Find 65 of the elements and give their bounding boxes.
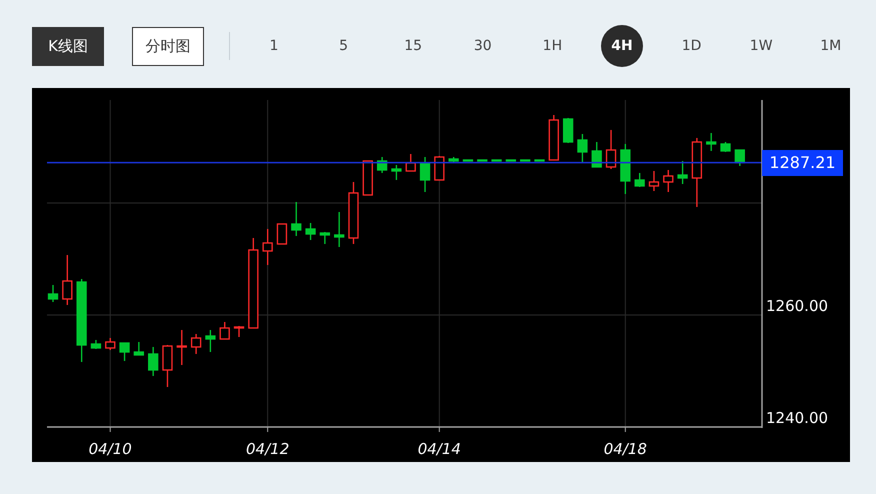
interval-button[interactable]: 5 [322, 25, 365, 67]
candlestick [706, 132, 716, 151]
candlestick [134, 342, 144, 356]
interval-button[interactable]: 1H [531, 25, 574, 67]
candlestick [276, 223, 288, 245]
candlestick [105, 338, 116, 350]
candlestick [420, 157, 430, 192]
chart-type-tab[interactable]: 分时图 [132, 26, 204, 66]
candlestick [506, 159, 516, 162]
candlestick [434, 156, 444, 181]
candlestick [320, 232, 330, 244]
candlestick [348, 182, 359, 244]
candlestick [362, 160, 373, 196]
interval-button[interactable]: 1M [810, 25, 852, 67]
chart-type-tab[interactable]: K线图 [32, 26, 104, 66]
candlestick [548, 115, 559, 161]
candlestick [119, 342, 130, 361]
interval-button[interactable]: 1W [740, 25, 782, 67]
candlestick [234, 326, 244, 337]
candlestick [448, 157, 459, 162]
current-price-tag: 1287.21 [762, 150, 843, 176]
candlestick [692, 138, 702, 207]
candlestick [205, 330, 216, 352]
candlestick [291, 202, 302, 236]
interval-button[interactable]: 1D [670, 25, 713, 67]
candlestick [577, 134, 588, 162]
candlestick [305, 222, 316, 240]
interval-button[interactable]: 30 [462, 25, 504, 67]
interval-button[interactable]: 1 [253, 25, 295, 67]
candlestick [162, 345, 173, 388]
candlestick [220, 322, 230, 340]
candlestick [406, 154, 416, 172]
candlestick [176, 330, 187, 365]
candlestick [334, 212, 344, 247]
candlestick [720, 142, 731, 152]
interval-button[interactable]: 4H [600, 25, 643, 67]
candlestick [620, 144, 630, 194]
candlestick [534, 159, 545, 162]
y-axis-label: 1240.00 [766, 409, 828, 427]
candlestick [677, 160, 688, 184]
x-axis-label: 04/18 [604, 440, 647, 458]
x-axis-label: 04/12 [246, 440, 290, 458]
x-axis-label: 04/14 [418, 440, 461, 458]
candlestick [634, 172, 645, 187]
candlestick [562, 118, 574, 143]
candlestick [391, 164, 402, 180]
candlestick [90, 340, 102, 349]
interval-button[interactable]: 15 [392, 25, 434, 67]
candlestick [734, 149, 745, 166]
y-axis-label: 1260.00 [766, 297, 828, 315]
candlestick [648, 171, 660, 191]
candlestick [190, 334, 202, 354]
candlestick [62, 255, 72, 305]
candlestick [491, 159, 502, 162]
candlestick [663, 170, 674, 192]
candlestick [477, 159, 488, 162]
candlestick [148, 346, 158, 376]
candlestick [606, 130, 616, 169]
candlestick [520, 159, 530, 162]
candlestick [592, 142, 602, 168]
candlestick [262, 228, 273, 265]
candlestick [376, 157, 388, 173]
x-axis-label: 04/10 [88, 440, 132, 458]
candlestick [462, 159, 474, 162]
candlestick [48, 284, 58, 302]
